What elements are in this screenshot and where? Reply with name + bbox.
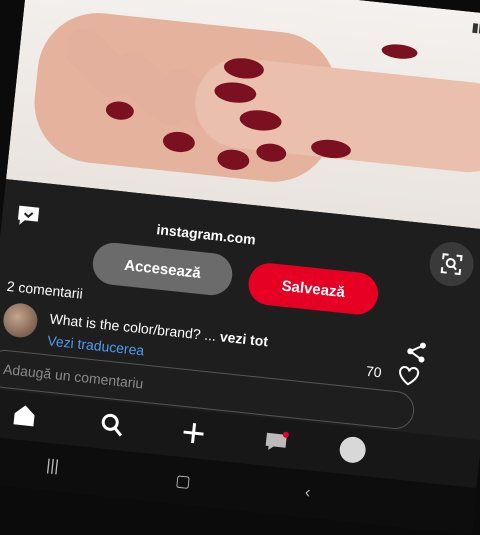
- status-bar: ▮▮▮ 76: [471, 20, 480, 38]
- profile-avatar[interactable]: [338, 435, 367, 465]
- share-icon[interactable]: [404, 340, 428, 364]
- message-icon[interactable]: [13, 200, 44, 231]
- add-icon[interactable]: [179, 419, 208, 448]
- home-square-icon[interactable]: ▢: [174, 471, 192, 492]
- recent-apps-icon[interactable]: |||: [45, 457, 59, 476]
- visual-search-icon: [440, 253, 463, 276]
- heart-icon[interactable]: [397, 365, 421, 387]
- pin-domain[interactable]: instagram.com: [156, 221, 257, 247]
- commenter-avatar[interactable]: [1, 301, 40, 340]
- comment-count: 2 comentarii: [6, 277, 84, 302]
- signal-icon: ▮▮▮: [471, 20, 480, 37]
- messages-icon[interactable]: [262, 427, 291, 456]
- back-system-icon[interactable]: ‹: [304, 484, 311, 502]
- see-more-link[interactable]: vezi tot: [219, 328, 269, 349]
- visit-button[interactable]: Accesează: [90, 240, 235, 298]
- home-icon[interactable]: [10, 401, 39, 430]
- translate-link[interactable]: Vezi traducerea: [47, 332, 145, 358]
- phone-screen: ‹ ▮▮▮ 76 instagram.com Accesează Salveaz…: [0, 0, 480, 535]
- visual-search-button[interactable]: [427, 239, 476, 289]
- save-button[interactable]: Salvează: [246, 261, 381, 317]
- like-count: 70: [365, 362, 383, 381]
- nail: [380, 42, 419, 61]
- search-icon[interactable]: [98, 410, 127, 439]
